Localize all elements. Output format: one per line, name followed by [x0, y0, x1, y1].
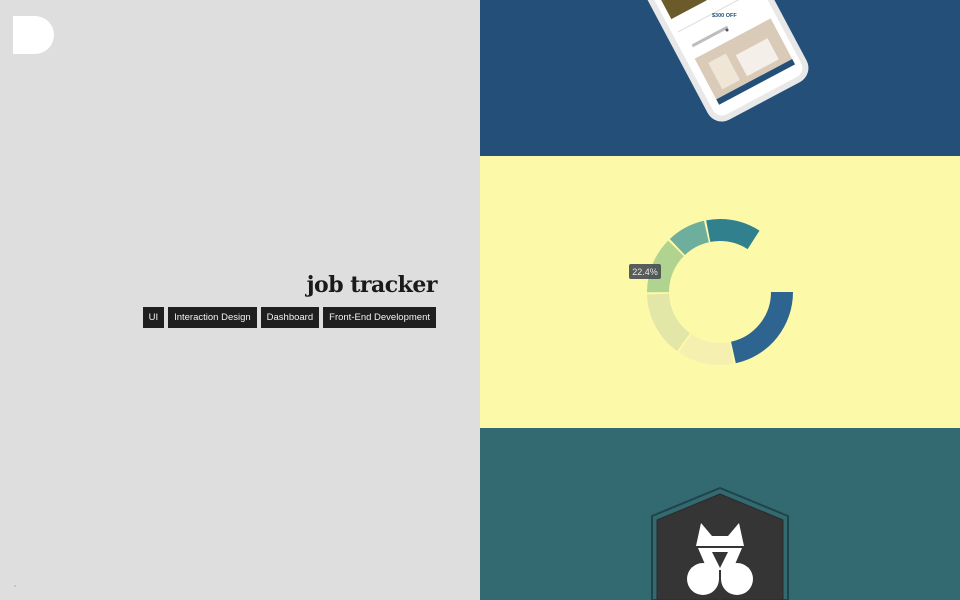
decorative-dot	[14, 585, 16, 587]
phone-mockup-illustration: $300 OFF	[641, 0, 809, 122]
tag-dashboard[interactable]: Dashboard	[260, 307, 320, 328]
location-pin-icon	[725, 28, 729, 32]
project-title: job tracker	[306, 272, 438, 298]
project-tags: UI Interaction Design Dashboard Front-En…	[142, 307, 436, 328]
project-info-panel: job tracker UI Interaction Design Dashbo…	[0, 0, 480, 600]
fox-badge-illustration	[651, 487, 789, 600]
tag-front-end-development[interactable]: Front-End Development	[323, 307, 436, 328]
tag-ui[interactable]: UI	[142, 307, 165, 328]
phone-price-text: $300 OFF	[712, 13, 737, 19]
thumbnail-column: $300 OFF 22.4%	[480, 0, 960, 600]
fox-badge-thumbnail[interactable]	[480, 428, 960, 600]
donut-tooltip-text: 22.4%	[632, 267, 658, 277]
donut-chart-illustration: 22.4%	[629, 219, 793, 365]
tag-interaction-design[interactable]: Interaction Design	[168, 307, 257, 328]
phone-mockup-thumbnail[interactable]: $300 OFF	[480, 0, 960, 156]
donut-tooltip: 22.4%	[629, 264, 661, 279]
donut-chart-thumbnail[interactable]: 22.4%	[480, 156, 960, 428]
brand-logo-icon[interactable]	[13, 16, 55, 54]
